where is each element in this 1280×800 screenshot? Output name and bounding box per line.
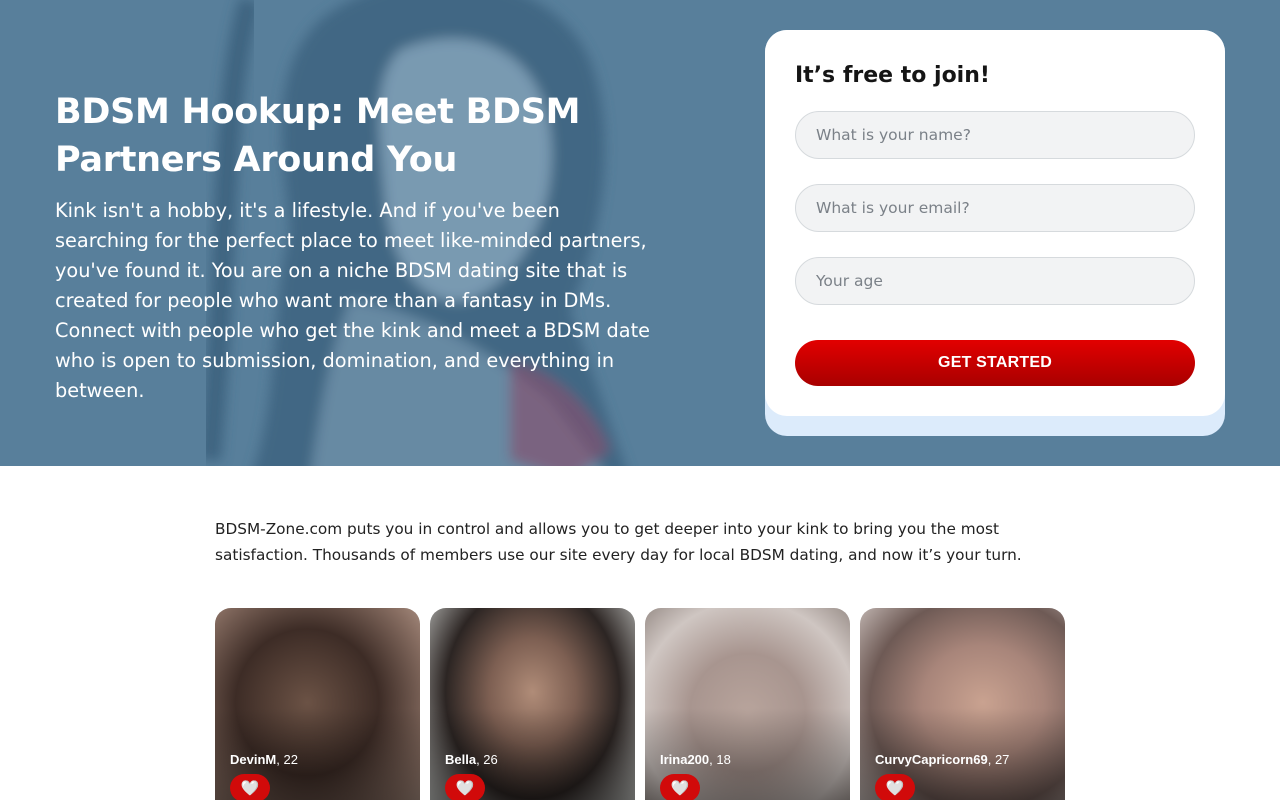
heart-icon: 🤍 bbox=[885, 780, 905, 797]
heart-icon: 🤍 bbox=[240, 780, 260, 797]
profile-name: CurvyCapricorn69, 27 bbox=[875, 752, 1010, 767]
profile-name: Bella, 26 bbox=[445, 752, 498, 767]
profile-card[interactable]: Bella, 26 🤍 bbox=[430, 608, 635, 800]
like-button[interactable]: 🤍 bbox=[875, 774, 915, 800]
profile-grid: DevinM, 22 🤍 Bella, 26 🤍 Irina200, 18 🤍 … bbox=[215, 608, 1065, 800]
intro-text: BDSM-Zone.com puts you in control and al… bbox=[215, 520, 1022, 564]
get-started-button[interactable]: GET STARTED bbox=[795, 340, 1195, 386]
profile-card[interactable]: CurvyCapricorn69, 27 🤍 bbox=[860, 608, 1065, 800]
like-button[interactable]: 🤍 bbox=[230, 774, 270, 800]
like-button[interactable]: 🤍 bbox=[660, 774, 700, 800]
like-button[interactable]: 🤍 bbox=[445, 774, 485, 800]
profile-card[interactable]: DevinM, 22 🤍 bbox=[215, 608, 420, 800]
heart-icon: 🤍 bbox=[670, 780, 690, 797]
signup-title: It’s free to join! bbox=[795, 63, 990, 88]
hero-title: BDSM Hookup: Meet BDSM Partners Around Y… bbox=[55, 92, 581, 180]
signup-card: It’s free to join! GET STARTED bbox=[765, 30, 1225, 416]
age-input[interactable] bbox=[795, 257, 1195, 305]
profile-name: DevinM, 22 bbox=[230, 752, 298, 767]
heart-icon: 🤍 bbox=[455, 780, 475, 797]
hero-description: Kink isn't a hobby, it's a lifestyle. An… bbox=[55, 199, 650, 402]
email-input[interactable] bbox=[795, 184, 1195, 232]
profile-card[interactable]: Irina200, 18 🤍 bbox=[645, 608, 850, 800]
profile-name: Irina200, 18 bbox=[660, 752, 731, 767]
name-input[interactable] bbox=[795, 111, 1195, 159]
